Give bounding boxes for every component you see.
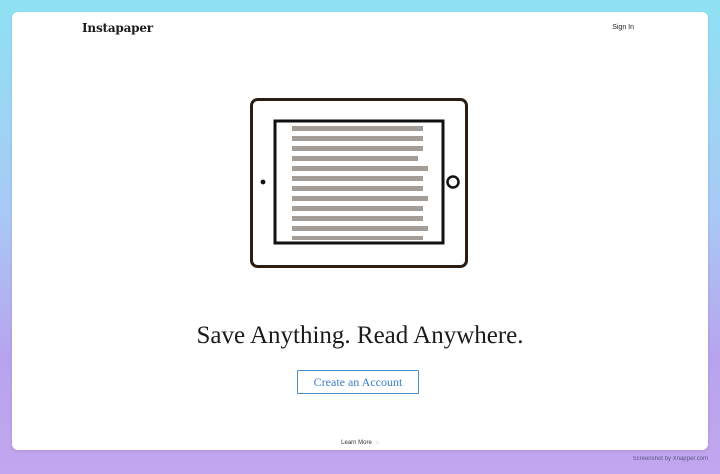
chevron-down-icon: ○ — [375, 440, 379, 446]
watermark: Screenshot by Xnapper.com — [632, 456, 708, 462]
tablet-illustration — [250, 98, 468, 268]
camera-dot — [260, 179, 266, 185]
learn-more-label: Learn More — [341, 440, 372, 446]
create-account-button[interactable]: Create an Account — [297, 370, 419, 394]
sign-in-link[interactable]: Sign In — [612, 24, 634, 31]
logo[interactable]: Instapaper — [82, 21, 153, 35]
home-button — [446, 175, 460, 189]
hero-headline: Save Anything. Read Anywhere. — [196, 322, 524, 349]
browser-window: Instapaper Sign In Save Anything. Read A… — [12, 12, 708, 450]
learn-more-link[interactable]: Learn More ○ — [12, 440, 708, 446]
